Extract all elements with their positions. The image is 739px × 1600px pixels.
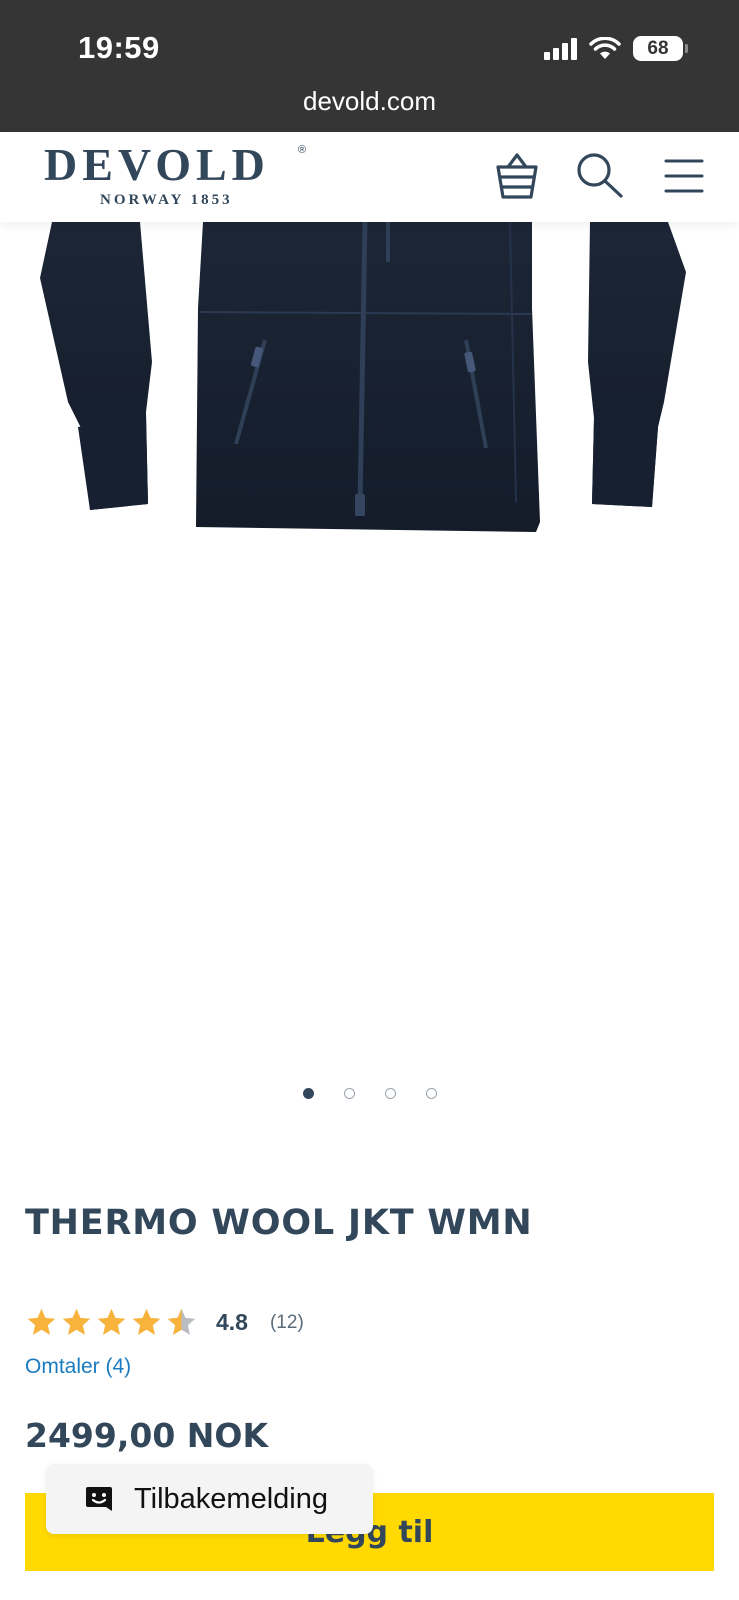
carousel-dot-2[interactable]: [343, 1088, 355, 1099]
menu-button[interactable]: [659, 150, 709, 202]
search-button[interactable]: [575, 150, 625, 202]
url-bar[interactable]: devold.com: [0, 86, 739, 117]
product-image[interactable]: [0, 222, 739, 1062]
cellular-signal-icon: [544, 37, 577, 60]
product-price: 2499,00 NOK: [25, 1416, 269, 1455]
site-header: DEVOLD ® NORWAY 1853: [0, 132, 739, 222]
star-full-icon: [97, 1308, 126, 1335]
star-full-icon: [132, 1308, 161, 1335]
jacket-illustration: [40, 222, 686, 532]
product-title: THERMO WOOL JKT WMN: [25, 1203, 533, 1243]
status-icons: 68: [544, 36, 688, 61]
carousel-dots: [0, 1088, 739, 1099]
basket-icon: [496, 153, 538, 199]
reviews-link[interactable]: Omtaler (4): [25, 1355, 131, 1379]
wifi-icon: [589, 36, 621, 59]
star-full-icon: [62, 1308, 91, 1335]
carousel-dot-3[interactable]: [384, 1088, 396, 1099]
battery-icon: 68: [633, 36, 688, 61]
smiley-chat-icon: [86, 1487, 112, 1511]
feedback-button[interactable]: Tilbakemelding: [46, 1464, 373, 1534]
star-full-icon: [27, 1308, 56, 1335]
logo-subtitle: NORWAY 1853: [100, 192, 233, 208]
basket-button[interactable]: [492, 150, 542, 202]
search-icon: [577, 153, 623, 198]
carousel-dot-1[interactable]: [302, 1088, 314, 1099]
feedback-label: Tilbakemelding: [134, 1482, 328, 1515]
product-rating[interactable]: 4.8 (12): [25, 1306, 304, 1339]
rating-value: 4.8: [216, 1309, 248, 1335]
rating-count: (12): [269, 1311, 304, 1333]
status-bar: 19:59 68 devold.com: [0, 0, 739, 132]
logo-text: DEVOLD: [44, 139, 270, 190]
logo-registered-mark: ®: [298, 144, 307, 156]
menu-icon: [664, 159, 704, 193]
devold-logo[interactable]: DEVOLD ® NORWAY 1853: [44, 139, 306, 209]
battery-level: 68: [647, 37, 669, 59]
rating-stars: [25, 1306, 198, 1339]
clock: 19:59: [78, 30, 160, 65]
star-half-icon: [167, 1308, 196, 1335]
carousel-dot-4[interactable]: [425, 1088, 437, 1099]
